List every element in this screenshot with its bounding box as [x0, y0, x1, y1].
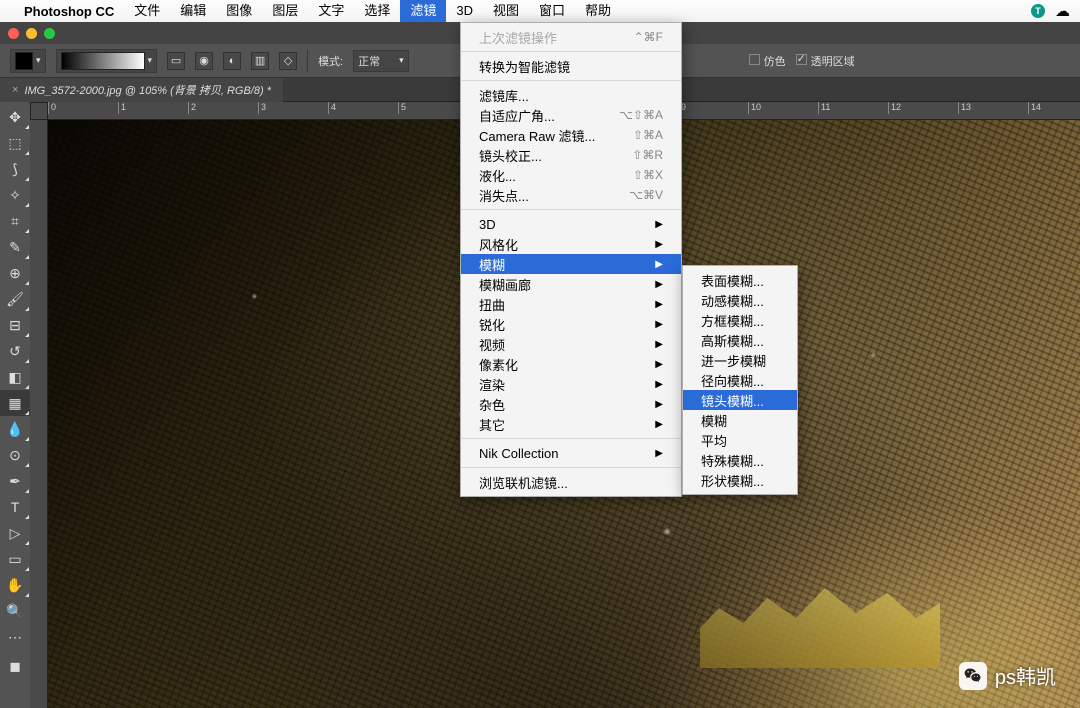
- menu-blur-gallery[interactable]: 模糊画廊▶: [461, 274, 681, 294]
- menu-video[interactable]: 视频▶: [461, 334, 681, 354]
- tool-path-select[interactable]: ▷: [0, 520, 30, 546]
- transparency-checkbox[interactable]: 透明区域: [796, 53, 855, 69]
- tool-edit-toolbar[interactable]: ⋯: [0, 624, 30, 650]
- menu-filter[interactable]: 滤镜: [400, 0, 446, 22]
- menu-3d[interactable]: 3D▶: [461, 214, 681, 234]
- tool-type[interactable]: T: [0, 494, 30, 520]
- blur-lens[interactable]: 镜头模糊...: [683, 390, 797, 410]
- menu-image[interactable]: 图像: [216, 0, 262, 22]
- gradient-picker[interactable]: ▾: [56, 49, 158, 73]
- gradient-reflected-icon[interactable]: ▥: [251, 52, 269, 70]
- tool-history-brush[interactable]: ↺: [0, 338, 30, 364]
- menu-view[interactable]: 视图: [483, 0, 529, 22]
- tab-label: IMG_3572-2000.jpg @ 105% (背景 拷贝, RGB/8) …: [24, 82, 271, 98]
- blur-submenu: 表面模糊... 动感模糊... 方框模糊... 高斯模糊... 进一步模糊 径向…: [682, 265, 798, 495]
- tool-gradient[interactable]: ▦: [0, 390, 30, 416]
- blur-box[interactable]: 方框模糊...: [683, 310, 797, 330]
- menu-convert-smart[interactable]: 转换为智能滤镜: [461, 56, 681, 76]
- blur-shape[interactable]: 形状模糊...: [683, 470, 797, 490]
- gradient-angle-icon[interactable]: ◐: [223, 52, 241, 70]
- tool-zoom[interactable]: 🔍: [0, 598, 30, 624]
- menu-3d[interactable]: 3D: [446, 0, 483, 22]
- tray-icon-1[interactable]: T: [1031, 4, 1045, 18]
- blur-gaussian[interactable]: 高斯模糊...: [683, 330, 797, 350]
- menu-nik-collection[interactable]: Nik Collection▶: [461, 443, 681, 463]
- tool-move[interactable]: ✥: [0, 104, 30, 130]
- tool-shape[interactable]: ▭: [0, 546, 30, 572]
- blur-average[interactable]: 平均: [683, 430, 797, 450]
- tool-crop[interactable]: ⌗: [0, 208, 30, 234]
- document-tab[interactable]: × IMG_3572-2000.jpg @ 105% (背景 拷贝, RGB/8…: [0, 78, 283, 102]
- menu-vanishing-point[interactable]: 消失点...⌥⌘V: [461, 185, 681, 205]
- menubar-tray: T ☁: [1031, 2, 1070, 20]
- menu-liquify[interactable]: 液化...⇧⌘X: [461, 165, 681, 185]
- menu-other[interactable]: 其它▶: [461, 414, 681, 434]
- tool-eraser[interactable]: ◧: [0, 364, 30, 390]
- menu-last-filter: 上次滤镜操作⌃⌘F: [461, 27, 681, 47]
- menu-distort[interactable]: 扭曲▶: [461, 294, 681, 314]
- tool-hand[interactable]: ✋: [0, 572, 30, 598]
- watermark: ps韩凯: [959, 661, 1056, 690]
- ruler-origin[interactable]: [30, 102, 48, 120]
- color-swatches[interactable]: ◼: [0, 650, 30, 682]
- gradient-diamond-icon[interactable]: ◇: [279, 52, 297, 70]
- menu-camera-raw[interactable]: Camera Raw 滤镜...⇧⌘A: [461, 125, 681, 145]
- close-tab-icon[interactable]: ×: [12, 84, 18, 96]
- tool-healing[interactable]: ⊕: [0, 260, 30, 286]
- menu-noise[interactable]: 杂色▶: [461, 394, 681, 414]
- tool-stamp[interactable]: ⊟: [0, 312, 30, 338]
- blur-more[interactable]: 进一步模糊: [683, 350, 797, 370]
- menu-type[interactable]: 文字: [308, 0, 354, 22]
- window-controls: [8, 28, 55, 39]
- blur-motion[interactable]: 动感模糊...: [683, 290, 797, 310]
- tool-marquee[interactable]: ⬚: [0, 130, 30, 156]
- gradient-radial-icon[interactable]: ◉: [195, 52, 213, 70]
- tool-lasso[interactable]: ⟆: [0, 156, 30, 182]
- tool-brush[interactable]: 🖌: [0, 286, 30, 312]
- menu-help[interactable]: 帮助: [575, 0, 621, 22]
- tool-dodge[interactable]: ⊙: [0, 442, 30, 468]
- menu-adaptive-wide[interactable]: 自适应广角...⌥⇧⌘A: [461, 105, 681, 125]
- menu-blur[interactable]: 模糊▶: [461, 254, 681, 274]
- minimize-button[interactable]: [26, 28, 37, 39]
- mac-menubar: Photoshop CC 文件 编辑 图像 图层 文字 选择 滤镜 3D 视图 …: [0, 0, 1080, 22]
- dither-checkbox[interactable]: 仿色: [749, 53, 786, 69]
- mode-label: 模式:: [318, 53, 343, 69]
- menu-browse-online[interactable]: 浏览联机滤镜...: [461, 472, 681, 492]
- watermark-text: ps韩凯: [995, 661, 1056, 690]
- zoom-button[interactable]: [44, 28, 55, 39]
- menu-render[interactable]: 渲染▶: [461, 374, 681, 394]
- blur-smart[interactable]: 特殊模糊...: [683, 450, 797, 470]
- menu-file[interactable]: 文件: [124, 0, 170, 22]
- gradient-linear-icon[interactable]: ▭: [167, 52, 185, 70]
- menu-filter-gallery[interactable]: 滤镜库...: [461, 85, 681, 105]
- menu-pixelate[interactable]: 像素化▶: [461, 354, 681, 374]
- ruler-vertical[interactable]: [30, 120, 48, 708]
- wechat-icon: [959, 662, 987, 690]
- menu-layer[interactable]: 图层: [262, 0, 308, 22]
- close-button[interactable]: [8, 28, 19, 39]
- blur-radial[interactable]: 径向模糊...: [683, 370, 797, 390]
- tool-magic-wand[interactable]: ✧: [0, 182, 30, 208]
- menu-stylize[interactable]: 风格化▶: [461, 234, 681, 254]
- filter-menu: 上次滤镜操作⌃⌘F 转换为智能滤镜 滤镜库... 自适应广角...⌥⇧⌘A Ca…: [460, 22, 682, 497]
- mode-dropdown[interactable]: 正常▾: [353, 50, 409, 72]
- tray-wechat-icon[interactable]: ☁: [1055, 2, 1070, 20]
- tool-pen[interactable]: ✒: [0, 468, 30, 494]
- blur-basic[interactable]: 模糊: [683, 410, 797, 430]
- tool-blur[interactable]: 💧: [0, 416, 30, 442]
- app-name[interactable]: Photoshop CC: [14, 4, 124, 19]
- tool-eyedropper[interactable]: ✎: [0, 234, 30, 260]
- menu-window[interactable]: 窗口: [529, 0, 575, 22]
- tools-panel: ✥ ⬚ ⟆ ✧ ⌗ ✎ ⊕ 🖌 ⊟ ↺ ◧ ▦ 💧 ⊙ ✒ T ▷ ▭ ✋ 🔍 …: [0, 102, 30, 708]
- menu-edit[interactable]: 编辑: [170, 0, 216, 22]
- menu-sharpen[interactable]: 锐化▶: [461, 314, 681, 334]
- menu-lens-correction[interactable]: 镜头校正...⇧⌘R: [461, 145, 681, 165]
- blur-surface[interactable]: 表面模糊...: [683, 270, 797, 290]
- menu-select[interactable]: 选择: [354, 0, 400, 22]
- tool-preset-picker[interactable]: ▾: [10, 49, 46, 73]
